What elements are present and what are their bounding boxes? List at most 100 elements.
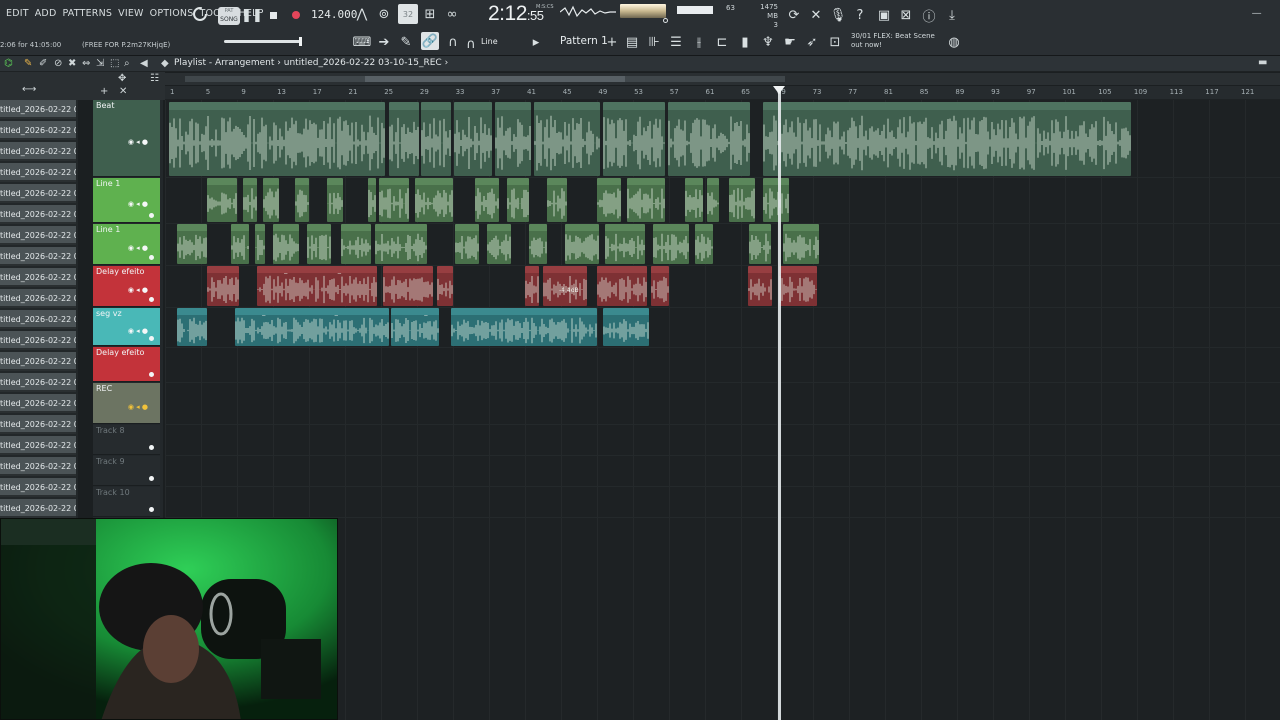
browser-icon[interactable]: ⊏ bbox=[714, 34, 730, 50]
picker-item[interactable]: titled_2026-02-22 02- bbox=[0, 268, 76, 287]
paint-mode-icon[interactable]: ✐ bbox=[39, 58, 47, 69]
audio-clip[interactable] bbox=[651, 266, 669, 306]
audio-clip[interactable]: untit...REC bbox=[603, 308, 649, 346]
record-icon[interactable] bbox=[288, 7, 304, 23]
audio-clip[interactable] bbox=[529, 224, 547, 264]
track-header-line-1b[interactable]: Line 1 ◉ ◂ ● bbox=[93, 224, 160, 265]
picker-item[interactable]: titled_2026-02-22 02- bbox=[0, 289, 76, 308]
audio-clip[interactable] bbox=[487, 224, 511, 264]
download-icon[interactable]: ⤓ bbox=[944, 7, 960, 23]
track-controls-icon[interactable]: ◉ ◂ ● bbox=[128, 200, 148, 208]
lane-delay-efeito-2[interactable] bbox=[165, 348, 1280, 383]
lane-beat[interactable]: [FREE FOR PROFIT] Don Tolive..Beat - _So… bbox=[165, 100, 1280, 178]
track-controls-icon[interactable]: ◉ ◂ ● bbox=[128, 327, 148, 335]
plugin-icon[interactable]: ♆ bbox=[760, 34, 776, 50]
audio-clip[interactable]: [F..E] bbox=[495, 102, 531, 176]
track-header-line-1[interactable]: Line 1 ◉ ◂ ● bbox=[93, 178, 160, 223]
picker-item[interactable]: titled_2026-02-22 02- bbox=[0, 373, 76, 392]
fit-icon[interactable]: ✥ bbox=[118, 73, 126, 84]
track-header-delay-efeito[interactable]: Delay efeito ◉ ◂ ● bbox=[93, 266, 160, 307]
mute-led-icon[interactable] bbox=[149, 255, 154, 260]
audio-clip[interactable]: [FREE FOR PROFIT] Don Toliver Type Beat … bbox=[763, 102, 1131, 176]
audio-clip[interactable] bbox=[295, 178, 309, 222]
audio-clip[interactable] bbox=[231, 224, 249, 264]
track-header-delay-efeito-2[interactable]: Delay efeito bbox=[93, 347, 160, 382]
picker-item[interactable]: titled_2026-02-22 02- bbox=[0, 184, 76, 203]
tempo-display[interactable]: 124.000 bbox=[311, 8, 357, 21]
audio-clip[interactable]: [F..E] bbox=[421, 102, 451, 176]
audio-clip[interactable] bbox=[597, 266, 647, 306]
picker-item[interactable]: titled_2026-02-22 02- bbox=[0, 142, 76, 161]
menu-options[interactable]: OPTIONS bbox=[150, 8, 194, 19]
track-controls-icon[interactable]: ◉ ◂ ● bbox=[128, 244, 148, 252]
project-icon[interactable]: ▮ bbox=[737, 34, 753, 50]
cart-icon[interactable]: ⊡ bbox=[827, 34, 843, 50]
snap-mode-select[interactable]: Line bbox=[481, 37, 498, 46]
track-header-seg-vz[interactable]: seg vz ◉ ◂ ● bbox=[93, 308, 160, 346]
slip-mode-icon[interactable]: ⇔ bbox=[82, 58, 90, 69]
track-header-beat[interactable]: Beat ◉ ◂ ● bbox=[93, 100, 160, 177]
audio-clip[interactable] bbox=[707, 178, 719, 222]
audio-clip[interactable]: unt... bbox=[207, 178, 237, 222]
project-dropdown-arrow[interactable]: › bbox=[445, 58, 449, 68]
picker-item[interactable]: titled_2026-02-22 02- bbox=[0, 394, 76, 413]
zoom-mode-icon[interactable]: ⌕ bbox=[124, 58, 130, 69]
audio-clip[interactable]: [F..qE] bbox=[454, 102, 492, 176]
typing-keyboard-icon[interactable]: ⌨ bbox=[353, 34, 372, 50]
draw-mode-icon[interactable]: ✎ bbox=[24, 58, 32, 69]
snap-icon[interactable]: ∩ bbox=[466, 36, 476, 52]
picker-item[interactable]: titled_2026-02-22 02- bbox=[0, 415, 76, 434]
undo-history-icon[interactable]: ⟳ bbox=[786, 7, 802, 23]
picker-expand-icon[interactable]: ⟷ bbox=[22, 84, 36, 95]
select-mode-icon[interactable]: ⬚ bbox=[110, 58, 119, 69]
menu-patterns[interactable]: PATTERNS bbox=[62, 8, 112, 19]
horizontal-scrollbar[interactable] bbox=[165, 73, 1280, 85]
menu-view[interactable]: VIEW bbox=[118, 8, 144, 19]
audio-clip[interactable] bbox=[507, 178, 529, 222]
playlist-minimize-icon[interactable]: ▬ bbox=[1258, 57, 1267, 68]
audio-clip[interactable] bbox=[455, 224, 479, 264]
audio-clip[interactable]: unti...EC bbox=[783, 224, 819, 264]
track-header-rec[interactable]: REC ◉ ◂ ● bbox=[93, 383, 160, 424]
lane-delay-efeito[interactable]: unt...2 untitled_2026-...1-36-32_REC #2 … bbox=[165, 266, 1280, 308]
render-icon[interactable]: ⊠ bbox=[898, 7, 914, 23]
lane-track-10[interactable] bbox=[165, 487, 1280, 518]
stop-icon[interactable] bbox=[265, 7, 281, 23]
audio-clip[interactable] bbox=[451, 308, 597, 346]
audio-clip[interactable] bbox=[255, 224, 265, 264]
audio-clip[interactable] bbox=[437, 266, 453, 306]
draw-tool-icon[interactable]: ✎ bbox=[398, 34, 414, 50]
mute-led-icon[interactable] bbox=[149, 445, 154, 450]
audio-clip[interactable] bbox=[729, 178, 755, 222]
magnet-icon[interactable]: ∩ bbox=[445, 34, 461, 50]
playback-mode-icon[interactable]: ◀ bbox=[140, 58, 148, 69]
cursor-icon[interactable]: ➶ bbox=[804, 34, 820, 50]
playlist-icon[interactable]: ⌬ bbox=[4, 58, 13, 69]
mixer-icon[interactable]: ⫲ bbox=[691, 34, 707, 50]
picker-item[interactable]: titled_2026-02-22 02- bbox=[0, 226, 76, 245]
audio-clip[interactable] bbox=[307, 224, 331, 264]
audio-clip[interactable] bbox=[605, 224, 645, 264]
delete-mode-icon[interactable]: ⊘ bbox=[54, 58, 62, 69]
audio-clip[interactable]: unti...EC bbox=[653, 224, 689, 264]
lane-line-1b[interactable]: unt... unti...EC unti...EC bbox=[165, 224, 1280, 266]
play-pattern-icon[interactable]: ▸ bbox=[528, 34, 544, 50]
audio-clip[interactable] bbox=[383, 266, 433, 306]
minimize-icon[interactable]: — bbox=[1252, 8, 1268, 19]
picker-item[interactable]: titled_2026-02-22 02- bbox=[0, 478, 76, 497]
globe-icon[interactable]: ◍ bbox=[946, 34, 962, 50]
master-volume-bar[interactable] bbox=[677, 6, 713, 14]
picker-item[interactable]: titled_2026-02-22 02- bbox=[0, 499, 76, 518]
audio-clip[interactable] bbox=[525, 266, 539, 306]
track-controls-icon[interactable]: ◉ ◂ ● bbox=[128, 286, 148, 294]
audio-clip[interactable] bbox=[695, 224, 713, 264]
grid-toggle-icon[interactable]: ☷ bbox=[150, 73, 159, 84]
track-header-8[interactable]: Track 8 bbox=[93, 425, 160, 455]
audio-clip[interactable] bbox=[748, 266, 772, 306]
add-track-icon[interactable]: + bbox=[100, 86, 108, 97]
mute-led-icon[interactable] bbox=[149, 507, 154, 512]
mute-led-icon[interactable] bbox=[149, 372, 154, 377]
track-controls-icon[interactable]: ◉ ◂ ● bbox=[128, 403, 148, 411]
lane-track-8[interactable] bbox=[165, 425, 1280, 456]
audio-clip[interactable] bbox=[415, 178, 453, 222]
